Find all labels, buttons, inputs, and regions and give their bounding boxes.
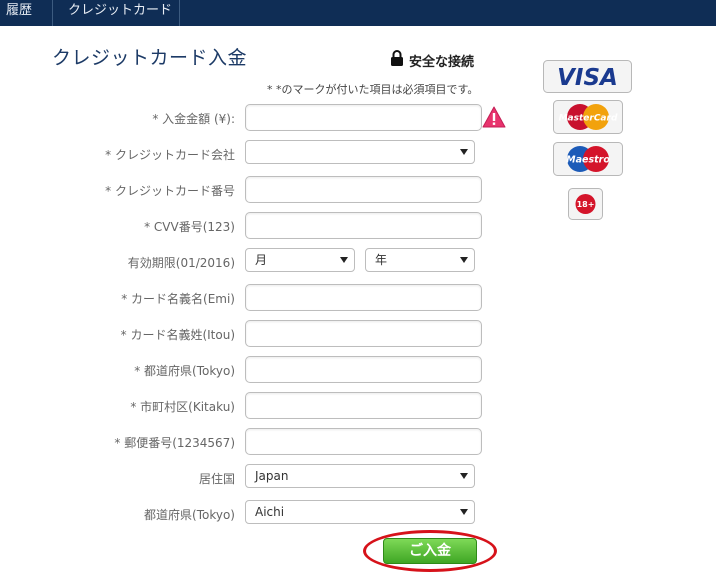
card-number-input[interactable] [245, 176, 482, 203]
secure-label: 安全な接続 [409, 55, 475, 70]
city-input[interactable] [245, 392, 482, 419]
chevron-down-icon [460, 149, 468, 155]
amount-label: * 入金金額 (¥): [152, 112, 235, 126]
mastercard-text: MasterCard [559, 114, 618, 124]
deposit-button[interactable]: ご入金 [383, 538, 477, 564]
expiry-year-select[interactable]: 年 [365, 248, 475, 272]
region-value: Aichi [255, 505, 285, 519]
required-note: * *のマークが付いた項目は必須項目です。 [267, 83, 479, 96]
chevron-down-icon [460, 509, 468, 515]
prefecture-input[interactable] [245, 356, 482, 383]
city-label: * 市町村区(Kitaku) [130, 400, 235, 414]
age-text: 18+ [577, 200, 595, 209]
chevron-down-icon [340, 257, 348, 263]
expiry-month-select[interactable]: 月 [245, 248, 355, 272]
maestro-text: Maestro [566, 155, 610, 166]
top-nav: 履歴 クレジットカード [0, 0, 716, 26]
region-select[interactable]: Aichi [245, 500, 475, 524]
lock-icon [391, 50, 403, 66]
card-company-label: * クレジットカード会社 [105, 148, 235, 162]
first-name-input[interactable] [245, 284, 482, 311]
card-company-select[interactable] [245, 140, 475, 164]
prefecture-label: * 都道府県(Tokyo) [134, 364, 235, 378]
nav-separator [52, 0, 53, 26]
country-select[interactable]: Japan [245, 464, 475, 488]
chevron-down-icon [460, 257, 468, 263]
expiry-year-value: 年 [375, 253, 388, 267]
first-name-label: * カード名義名(Emi) [121, 292, 235, 306]
cvv-input[interactable] [245, 212, 482, 239]
visa-logo: VISA [543, 60, 632, 93]
chevron-down-icon [460, 473, 468, 479]
submit-area: ご入金 [363, 530, 497, 572]
maestro-logo: Maestro [553, 142, 623, 176]
amount-input[interactable] [245, 104, 482, 131]
page-title: クレジットカード入金 [52, 47, 248, 69]
region-label: 都道府県(Tokyo) [144, 508, 235, 522]
expiry-label: 有効期限(01/2016) [127, 256, 235, 270]
cvv-label: * CVV番号(123) [144, 220, 235, 234]
last-name-input[interactable] [245, 320, 482, 347]
country-value: Japan [255, 469, 289, 483]
tab-history[interactable]: 履歴 [6, 0, 32, 26]
card-number-label: * クレジットカード番号 [105, 184, 235, 198]
expiry-month-value: 月 [255, 253, 268, 267]
country-label: 居住国 [198, 472, 235, 486]
last-name-label: * カード名義姓(Itou) [120, 328, 235, 342]
visa-text: VISA [557, 65, 618, 91]
warning-icon [482, 106, 506, 128]
tab-credit-card[interactable]: クレジットカード [68, 0, 172, 26]
age-restriction-badge: 18+ [568, 188, 603, 220]
mastercard-logo: MasterCard [553, 100, 623, 134]
postal-code-input[interactable] [245, 428, 482, 455]
postal-code-label: * 郵便番号(1234567) [114, 436, 235, 450]
nav-separator [179, 0, 180, 26]
